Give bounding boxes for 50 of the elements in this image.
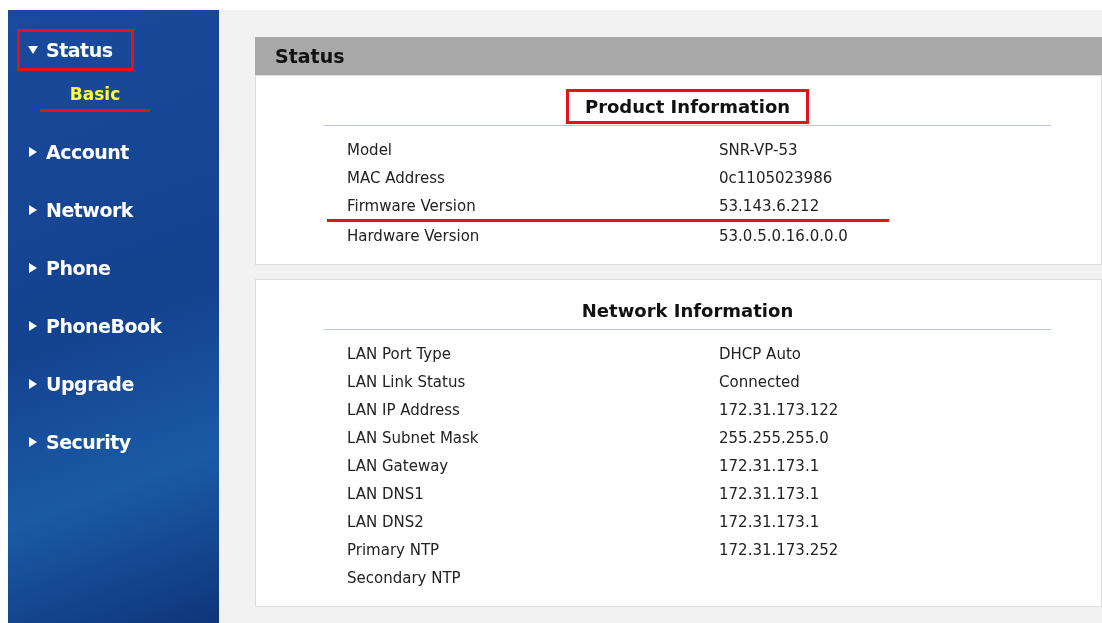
field-value: 53.0.5.0.16.0.0.0	[719, 227, 848, 245]
menu-item[interactable]: Upgrade	[8, 366, 134, 402]
caret-right-icon	[28, 321, 38, 331]
menu-item[interactable]: Status	[20, 32, 131, 68]
field-label: LAN IP Address	[347, 401, 461, 419]
field-value: 172.31.173.1	[719, 485, 820, 503]
field-label: Hardware Version	[347, 227, 481, 245]
field-label: LAN Link Status	[347, 373, 467, 391]
menu-item[interactable]: PhoneBook	[8, 308, 162, 344]
menu-label: Network	[46, 199, 133, 221]
field-label: Secondary NTP	[347, 569, 462, 587]
menu-item[interactable]: Security	[8, 424, 131, 460]
field-label: Primary NTP	[347, 541, 441, 559]
field-value: 172.31.173.1	[719, 513, 820, 531]
menu-label: Status	[46, 39, 113, 61]
caret-right-icon	[28, 147, 38, 157]
field-value: Connected	[719, 373, 800, 391]
field-label: LAN Gateway	[347, 457, 450, 475]
field-value: DHCP Auto	[719, 345, 801, 363]
menu-item[interactable]: Phone	[8, 250, 111, 286]
field-label: LAN DNS2	[347, 513, 425, 531]
caret-right-icon	[28, 205, 38, 215]
menu-label: Account	[46, 141, 129, 163]
section-title: Product Information	[568, 92, 807, 121]
field-value: 172.31.173.122	[719, 401, 839, 419]
caret-right-icon	[28, 263, 38, 273]
caret-down-icon	[28, 45, 38, 55]
field-value: 172.31.173.1	[719, 457, 820, 475]
section-title: Network Information	[580, 299, 795, 323]
field-label: Firmware Version	[347, 196, 477, 215]
menu-label: PhoneBook	[46, 315, 162, 337]
field-value: 0c1105023986	[719, 169, 833, 187]
field-label: Model	[347, 141, 394, 159]
field-label: LAN Port Type	[347, 345, 452, 363]
menu-label: Security	[46, 431, 131, 453]
field-value: 172.31.173.252	[719, 541, 839, 559]
field-label: LAN DNS1	[347, 485, 425, 503]
field-value: 255.255.255.0	[719, 429, 829, 447]
field-value: SNR-VP-53	[719, 141, 798, 159]
submenu-item[interactable]: Basic	[40, 84, 150, 112]
field-label: MAC Address	[347, 169, 446, 187]
page-title: Status	[275, 45, 345, 67]
caret-right-icon	[28, 437, 38, 447]
menu-label: Phone	[46, 257, 111, 279]
menu-item[interactable]: Account	[8, 134, 129, 170]
field-label: LAN Subnet Mask	[347, 429, 480, 447]
field-value: 53.143.6.212	[719, 196, 820, 215]
menu-item[interactable]: Network	[8, 192, 133, 228]
caret-right-icon	[28, 379, 38, 389]
menu-label: Upgrade	[46, 373, 134, 395]
